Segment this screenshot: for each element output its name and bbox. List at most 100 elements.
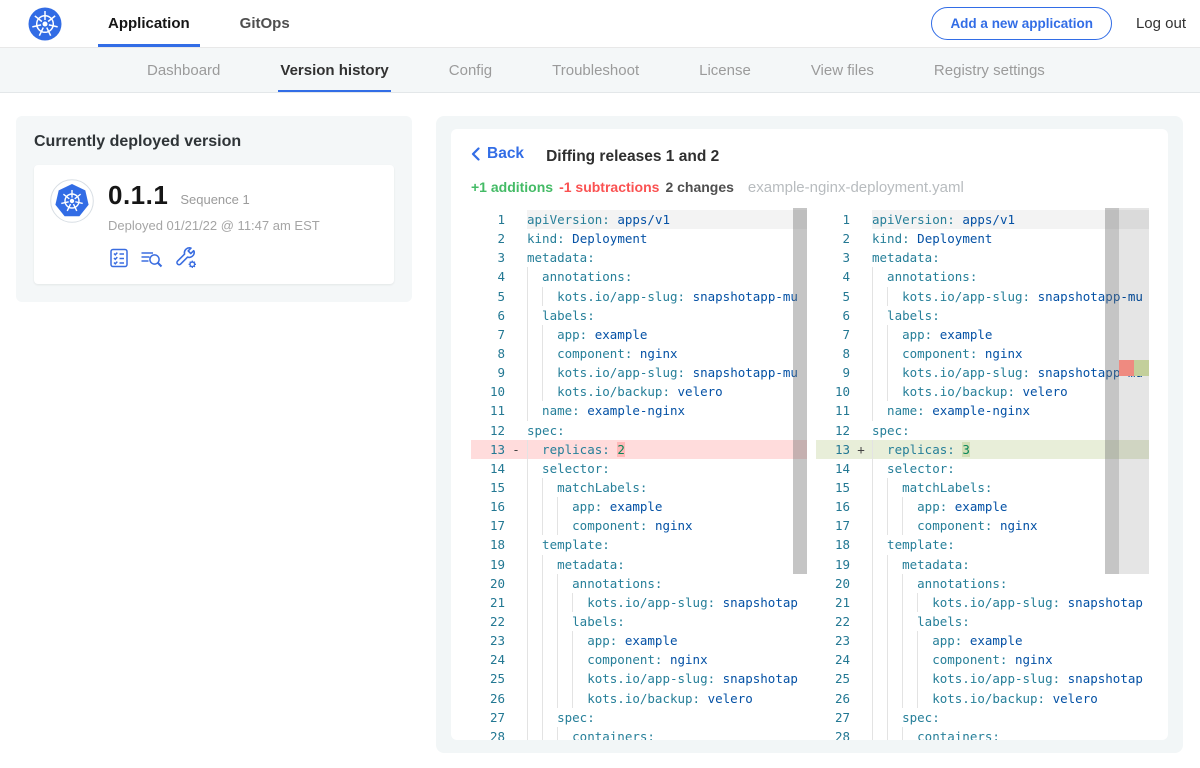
indent-guide: [872, 516, 887, 535]
code-line-28: 28containers:: [471, 727, 807, 740]
indent-guide: [917, 689, 932, 708]
code-text: annotations:: [872, 574, 1149, 593]
code-text: labels:: [527, 612, 807, 631]
line-number: 3: [816, 248, 850, 267]
indent-guide: [872, 612, 887, 631]
indent-guide: [887, 555, 902, 574]
code-line-27: 27spec:: [816, 708, 1149, 727]
indent-guide: [887, 727, 902, 740]
line-number: 19: [471, 555, 505, 574]
code-text: apiVersion: apps/v1: [527, 210, 807, 229]
indent-guide: [872, 306, 887, 325]
indent-guide: [572, 689, 587, 708]
diff-sign: [505, 708, 527, 727]
indent-guide: [572, 669, 587, 688]
line-number: 15: [816, 478, 850, 497]
line-number: 4: [816, 267, 850, 286]
ruler-added-marker: [1134, 360, 1149, 376]
view-logs-icon[interactable]: [140, 247, 164, 269]
deployed-card-title: Currently deployed version: [34, 133, 394, 151]
scrollbar-thumb-modified[interactable]: [1105, 208, 1119, 574]
code-line-2: 2kind: Deployment: [816, 229, 1149, 248]
back-link[interactable]: Back: [471, 145, 524, 163]
diff-editor-original[interactable]: 1apiVersion: apps/v12kind: Deployment3me…: [471, 208, 807, 740]
line-number: 22: [471, 612, 505, 631]
indent-guide: [917, 631, 932, 650]
code-text: component: nginx: [527, 516, 807, 535]
code-line-3: 3metadata:: [816, 248, 1149, 267]
top-nav-tab-application[interactable]: Application: [98, 0, 200, 47]
line-number: 17: [816, 516, 850, 535]
indent-guide: [887, 478, 902, 497]
preflight-checklist-icon[interactable]: [108, 247, 130, 269]
diff-sign: [505, 382, 527, 401]
indent-guide: [872, 325, 887, 344]
subnav-item-registry-settings[interactable]: Registry settings: [932, 48, 1047, 92]
app-logo[interactable]: [28, 0, 62, 47]
line-number: 17: [471, 516, 505, 535]
subnav-item-version-history[interactable]: Version history: [278, 48, 390, 92]
indent-guide: [542, 689, 557, 708]
line-number: 19: [816, 555, 850, 574]
code-text: kots.io/backup: velero: [527, 689, 807, 708]
code-text: labels:: [872, 612, 1149, 631]
subnav-item-dashboard[interactable]: Dashboard: [145, 48, 222, 92]
indent-guide: [527, 516, 542, 535]
diff-sign: [850, 210, 872, 229]
indent-guide: [902, 574, 917, 593]
code-text: app: example: [527, 497, 807, 516]
line-number: 16: [816, 497, 850, 516]
diff-sign: [505, 497, 527, 516]
indent-guide: [527, 535, 542, 554]
deployed-version-tile: 0.1.1 Sequence 1 Deployed 01/21/22 @ 11:…: [34, 165, 394, 284]
indent-guide: [542, 497, 557, 516]
indent-guide: [527, 727, 542, 740]
diff-sign: [850, 593, 872, 612]
diff-sign: [850, 535, 872, 554]
code-line-11: 11name: example-nginx: [816, 401, 1149, 420]
indent-guide: [557, 631, 572, 650]
top-nav-tab-gitops[interactable]: GitOps: [230, 0, 300, 47]
indent-guide: [872, 401, 887, 420]
diff-sign: [505, 421, 527, 440]
line-number: 14: [471, 459, 505, 478]
diff-editor-modified[interactable]: 1apiVersion: apps/v12kind: Deployment3me…: [816, 208, 1149, 740]
edit-config-icon[interactable]: [174, 246, 198, 270]
indent-guide: [872, 287, 887, 306]
code-line-7: 7app: example: [471, 325, 807, 344]
indent-guide: [902, 631, 917, 650]
indent-guide: [872, 631, 887, 650]
line-number: 12: [816, 421, 850, 440]
diff-stats: +1 additions -1 subtractions 2 changes e…: [471, 179, 1149, 196]
add-application-button[interactable]: Add a new application: [931, 7, 1112, 40]
code-line-2: 2kind: Deployment: [471, 229, 807, 248]
indent-guide: [872, 689, 887, 708]
indent-guide: [527, 344, 542, 363]
diff-editors: 1apiVersion: apps/v12kind: Deployment3me…: [471, 208, 1149, 740]
diff-sign: [850, 708, 872, 727]
diff-sign: [850, 248, 872, 267]
code-text: annotations:: [527, 267, 807, 286]
subnav-item-license[interactable]: License: [697, 48, 753, 92]
code-text: app: example: [527, 325, 807, 344]
indent-guide: [872, 382, 887, 401]
scrollbar-thumb-original[interactable]: [793, 208, 807, 574]
diff-sign: [850, 478, 872, 497]
indent-guide: [542, 574, 557, 593]
logout-link[interactable]: Log out: [1136, 15, 1186, 32]
line-number: 18: [816, 535, 850, 554]
code-text: matchLabels:: [527, 478, 807, 497]
diff-sign: [505, 344, 527, 363]
indent-guide: [542, 363, 557, 382]
code-line-4: 4annotations:: [471, 267, 807, 286]
indent-guide: [872, 727, 887, 740]
code-line-26: 26kots.io/backup: velero: [816, 689, 1149, 708]
code-text: kind: Deployment: [527, 229, 807, 248]
subnav-item-view-files[interactable]: View files: [809, 48, 876, 92]
subnav-item-config[interactable]: Config: [447, 48, 494, 92]
subnav-item-troubleshoot[interactable]: Troubleshoot: [550, 48, 641, 92]
indent-guide: [917, 650, 932, 669]
code-line-15: 15matchLabels:: [471, 478, 807, 497]
indent-guide: [887, 574, 902, 593]
diff-card: Back Diffing releases 1 and 2 +1 additio…: [436, 116, 1183, 753]
